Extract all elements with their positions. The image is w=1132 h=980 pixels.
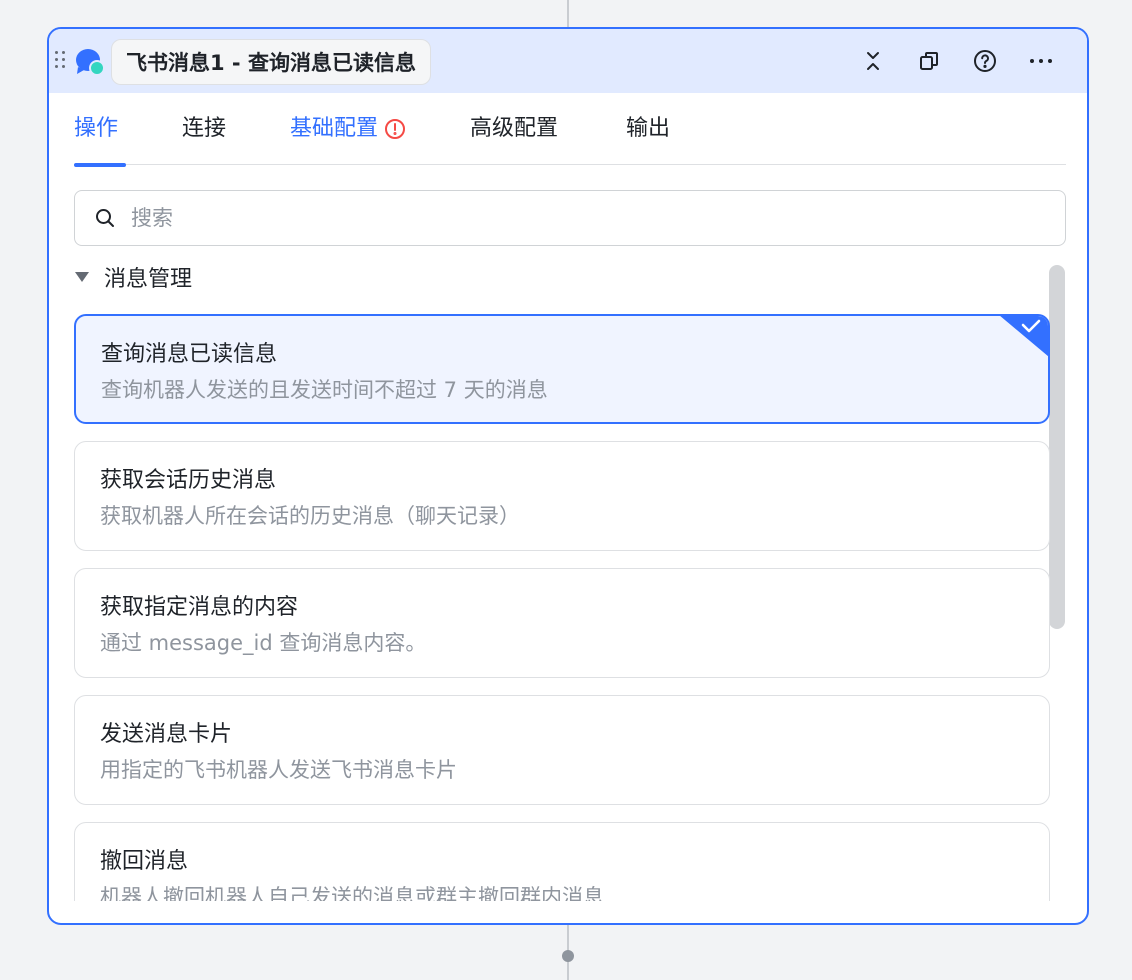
drag-handle-icon[interactable] (55, 51, 67, 69)
tab-label: 高级配置 (470, 116, 559, 141)
operation-description: 用指定的飞书机器人发送飞书消息卡片 (100, 758, 457, 782)
operation-title: 查询消息已读信息 (101, 342, 278, 367)
operation-description: 查询机器人发送的且发送时间不超过 7 天的消息 (101, 378, 548, 402)
copy-icon[interactable] (915, 47, 943, 75)
help-circle-icon[interactable] (971, 47, 999, 75)
scrollbar-thumb[interactable] (1049, 265, 1065, 629)
warning-circle-icon (384, 118, 406, 140)
operation-item-read-info[interactable]: 查询消息已读信息 查询机器人发送的且发送时间不超过 7 天的消息 (74, 314, 1050, 424)
operation-title: 撤回消息 (100, 849, 189, 874)
node-card: 飞书消息1 - 查询消息已读信息 操作 连接 基础配置 高级配置 输出 搜索 消… (47, 27, 1089, 925)
tab-label: 基础配置 (290, 116, 379, 141)
operation-title: 发送消息卡片 (100, 722, 233, 747)
tab-active-indicator (74, 163, 126, 167)
operation-item-chat-history[interactable]: 获取会话历史消息 获取机器人所在会话的历史消息（聊天记录） (74, 441, 1050, 551)
operation-item-message-content[interactable]: 获取指定消息的内容 通过 message_id 查询消息内容。 (74, 568, 1050, 678)
tab-output[interactable]: 输出 (626, 93, 670, 165)
group-header-message-management[interactable]: 消息管理 (74, 257, 192, 297)
operation-title: 获取会话历史消息 (100, 468, 277, 493)
operation-item-send-card[interactable]: 发送消息卡片 用指定的飞书机器人发送飞书消息卡片 (74, 695, 1050, 805)
collapse-icon[interactable] (859, 47, 887, 75)
search-box[interactable] (74, 190, 1066, 246)
operation-description: 获取机器人所在会话的历史消息（聊天记录） (100, 504, 520, 528)
operation-list: 查询消息已读信息 查询机器人发送的且发送时间不超过 7 天的消息 获取会话历史消… (74, 314, 1050, 901)
caret-down-icon[interactable] (74, 269, 90, 285)
tab-label: 连接 (182, 116, 227, 141)
tab-label: 输出 (626, 116, 671, 141)
search-input[interactable] (131, 206, 1031, 230)
tab-advanced-config[interactable]: 高级配置 (470, 93, 558, 165)
more-horizontal-icon[interactable] (1027, 47, 1055, 75)
tab-bar: 操作 连接 基础配置 高级配置 输出 (74, 93, 1066, 167)
node-title[interactable]: 飞书消息1 - 查询消息已读信息 (111, 39, 431, 85)
operation-description: 机器人撤回机器人自己发送的消息或群主撤回群内消息 (100, 885, 604, 901)
connector-port-dot[interactable] (562, 950, 574, 962)
node-header: 飞书消息1 - 查询消息已读信息 (49, 29, 1087, 93)
search-icon (93, 206, 117, 230)
operation-title: 获取指定消息的内容 (100, 595, 299, 620)
group-label: 消息管理 (104, 267, 193, 292)
tab-label: 操作 (74, 116, 119, 141)
connector-line-top (567, 0, 569, 28)
operation-item-recall-message[interactable]: 撤回消息 机器人撤回机器人自己发送的消息或群主撤回群内消息 (74, 822, 1050, 901)
tab-basic-config[interactable]: 基础配置 (290, 93, 406, 165)
feishu-message-logo-icon (75, 47, 105, 77)
operation-description: 通过 message_id 查询消息内容。 (100, 631, 427, 655)
tab-operation[interactable]: 操作 (74, 93, 126, 167)
check-icon (999, 316, 1048, 357)
tab-connection[interactable]: 连接 (182, 93, 226, 165)
